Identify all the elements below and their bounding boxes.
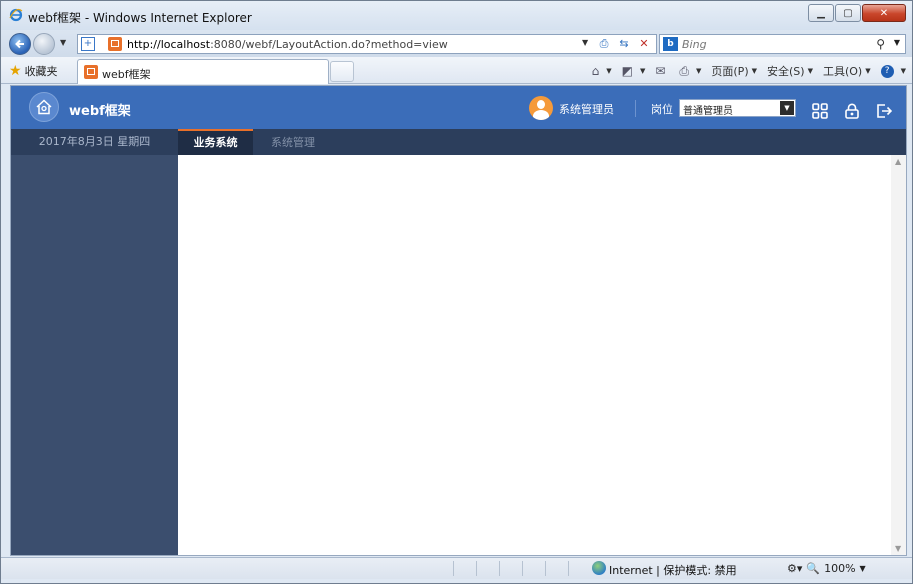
url-text[interactable]: http://localhost:8080/webf/LayoutAction.… bbox=[127, 38, 448, 51]
bing-icon: b bbox=[663, 37, 678, 51]
home-button[interactable]: ⌂ ▼ bbox=[592, 64, 612, 78]
scroll-up-icon[interactable]: ▲ bbox=[895, 157, 901, 166]
address-bar[interactable]: + http://localhost:8080/webf/LayoutActio… bbox=[77, 34, 657, 54]
search-placeholder: Bing bbox=[682, 38, 707, 51]
main-content bbox=[178, 155, 891, 555]
current-date: 2017年8月3日 星期四 bbox=[38, 135, 151, 148]
search-box[interactable]: b Bing ⚲ ▼ bbox=[659, 34, 906, 54]
status-divider bbox=[545, 561, 546, 576]
maximize-button[interactable]: ▢ bbox=[835, 4, 861, 22]
help-icon: ? bbox=[880, 64, 894, 78]
home-logo-icon[interactable] bbox=[29, 92, 59, 122]
user-name[interactable]: 系统管理员 bbox=[559, 101, 614, 117]
back-arrow-icon bbox=[15, 39, 24, 49]
zoom-level[interactable]: 100% bbox=[824, 562, 855, 575]
ie-logo-icon bbox=[9, 8, 23, 22]
safety-menu[interactable]: 安全(S) ▼ bbox=[767, 63, 813, 79]
status-bar: Internet | 保护模式: 禁用 ⚙▾ 🔍 100% ▼ bbox=[1, 557, 912, 579]
status-divider bbox=[568, 561, 569, 576]
nav-bar: 2017年8月3日 星期四 业务系统 系统管理 bbox=[11, 129, 906, 155]
home-icon: ⌂ bbox=[591, 64, 600, 78]
title-bar: webf框架 - Windows Internet Explorer ▁ ▢ ✕ bbox=[1, 1, 912, 30]
tools-menu-label: 工具(O) bbox=[822, 65, 863, 78]
refresh-icon[interactable]: ⇆ bbox=[616, 36, 632, 52]
command-bar: ★ 收藏夹 webf框架 ⌂ ▼ ◩ ▼ ✉ ⎙ ▼ 页面(P) ▼ 安全(S) ▼ 工具… bbox=[1, 57, 912, 84]
ie-window: webf框架 - Windows Internet Explorer ▁ ▢ ✕… bbox=[0, 0, 913, 584]
mail-icon: ✉ bbox=[655, 64, 666, 78]
scroll-down-icon[interactable]: ▼ bbox=[895, 544, 901, 553]
feeds-button[interactable]: ◩ ▼ bbox=[622, 64, 646, 78]
mail-button[interactable]: ✉ bbox=[655, 64, 669, 78]
grid-apps-icon[interactable] bbox=[812, 103, 828, 119]
tab-title: webf框架 bbox=[102, 68, 151, 81]
zoom-dropdown-icon[interactable]: ▼ bbox=[860, 564, 866, 573]
status-divider bbox=[522, 561, 523, 576]
tools-menu[interactable]: 工具(O) ▼ bbox=[823, 63, 871, 79]
status-divider bbox=[476, 561, 477, 576]
search-dropdown-icon[interactable]: ▼ bbox=[894, 38, 900, 47]
security-zone-text[interactable]: Internet | 保护模式: 禁用 bbox=[609, 562, 737, 578]
post-label: 岗位 bbox=[651, 103, 673, 116]
page-menu[interactable]: 页面(P) ▼ bbox=[711, 63, 757, 79]
post-select-value: 普通管理员 bbox=[683, 106, 733, 117]
page-menu-label: 页面(P) bbox=[711, 65, 749, 78]
sidebar bbox=[11, 155, 178, 555]
address-row: ▼ + http://localhost:8080/webf/LayoutAct… bbox=[1, 30, 912, 57]
protected-mode-icon[interactable]: ⚙▾ bbox=[787, 562, 802, 575]
minimize-button[interactable]: ▁ bbox=[808, 4, 834, 22]
url-host: http://localhost bbox=[127, 38, 211, 51]
header-divider bbox=[635, 100, 636, 117]
url-path: :8080/webf/LayoutAction.do?method=view bbox=[210, 38, 448, 51]
globe-icon bbox=[592, 561, 606, 575]
chevron-down-icon[interactable]: ▼ bbox=[780, 101, 794, 115]
vertical-scrollbar[interactable]: ▲ ▼ bbox=[891, 155, 906, 555]
history-dropdown-icon[interactable]: ▼ bbox=[60, 38, 66, 47]
print-button[interactable]: ⎙ ▼ bbox=[679, 64, 701, 79]
star-icon: ★ bbox=[9, 63, 22, 79]
site-favicon bbox=[108, 37, 122, 51]
post-select[interactable]: 普通管理员 ▼ bbox=[679, 99, 796, 117]
favorites-button[interactable]: ★ 收藏夹 bbox=[9, 63, 58, 79]
app-header: webf框架 系统管理员 岗位 普通管理员 ▼ bbox=[11, 86, 906, 129]
tab-system-management[interactable]: 系统管理 bbox=[261, 129, 325, 155]
new-tab-button[interactable] bbox=[330, 61, 354, 82]
compat-view-icon[interactable]: + bbox=[81, 37, 95, 51]
logout-icon[interactable] bbox=[876, 103, 892, 119]
safety-menu-label: 安全(S) bbox=[767, 65, 805, 78]
tab-business-system[interactable]: 业务系统 bbox=[178, 129, 253, 155]
rss-icon: ◩ bbox=[621, 64, 633, 78]
help-button[interactable]: ? ▼ bbox=[880, 64, 906, 78]
stop-icon[interactable]: ✕ bbox=[636, 36, 652, 52]
browser-tab[interactable]: webf框架 bbox=[77, 59, 329, 84]
page-viewport: webf框架 系统管理员 岗位 普通管理员 ▼ 2017年8月3日 星期四 业务… bbox=[10, 85, 907, 556]
favorites-label: 收藏夹 bbox=[24, 65, 58, 78]
zoom-icon[interactable]: 🔍 bbox=[806, 562, 820, 575]
compatibility-icon[interactable]: ⎙ bbox=[596, 36, 612, 52]
search-icon[interactable]: ⚲ bbox=[876, 37, 885, 51]
status-divider bbox=[453, 561, 454, 576]
command-buttons: ⌂ ▼ ◩ ▼ ✉ ⎙ ▼ 页面(P) ▼ 安全(S) ▼ 工具(O) ▼ ? ▼ bbox=[582, 63, 906, 79]
avatar[interactable] bbox=[529, 96, 553, 120]
tab-favicon bbox=[84, 65, 98, 79]
status-divider bbox=[499, 561, 500, 576]
address-dropdown-icon[interactable]: ▼ bbox=[582, 38, 588, 47]
back-button[interactable] bbox=[9, 33, 31, 55]
window-controls: ▁ ▢ ✕ bbox=[807, 4, 906, 22]
forward-button[interactable] bbox=[33, 33, 55, 55]
status-right-controls: ⚙▾ 🔍 100% ▼ bbox=[787, 562, 870, 575]
lock-icon[interactable] bbox=[844, 103, 860, 119]
close-button[interactable]: ✕ bbox=[862, 4, 906, 22]
app-title: webf框架 bbox=[69, 104, 131, 119]
house-icon bbox=[36, 99, 52, 115]
printer-icon: ⎙ bbox=[679, 63, 689, 78]
window-title: webf框架 - Windows Internet Explorer bbox=[28, 11, 252, 25]
